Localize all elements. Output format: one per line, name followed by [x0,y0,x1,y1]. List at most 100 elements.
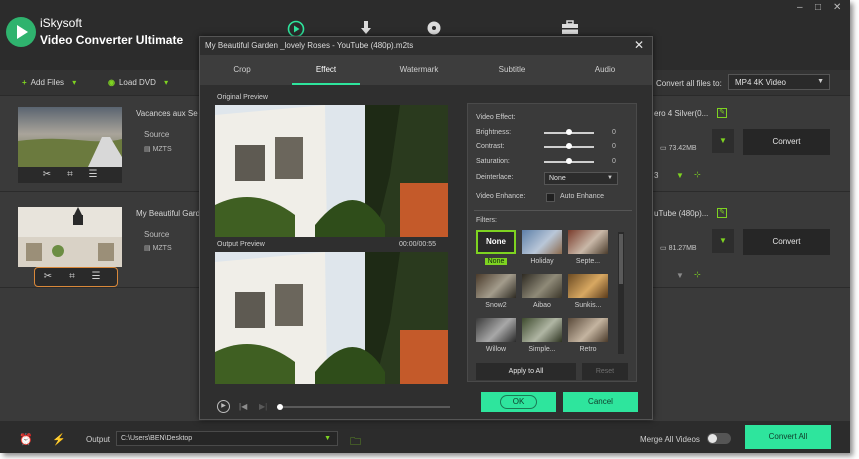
crop-icon[interactable]: ⌗ [65,271,79,282]
close-dialog-button[interactable]: ✕ [634,38,644,52]
ok-button[interactable]: OK [481,392,556,412]
filter-swatch-none[interactable]: None [476,230,516,254]
play-icon[interactable]: ▶ [217,400,230,413]
tab-watermark[interactable]: Watermark [377,55,461,85]
filter-item-sunkissed[interactable]: Sunkis... [568,274,608,314]
product-name: Video Converter Ultimate [40,33,184,47]
filter-swatch-sunkissed[interactable] [568,274,608,298]
chevron-down-icon[interactable]: ▼ [676,171,684,180]
add-files-button[interactable]: + Add Files ▾ [22,78,76,87]
subtitle-select-value[interactable]: 3 [654,171,658,180]
dialog-title: My Beautiful Garden _lovely Roses - YouT… [205,41,414,50]
chevron-down-icon: ▼ [607,175,613,181]
filter-swatch-retro[interactable] [568,318,608,342]
previous-frame-icon[interactable]: |◀ [239,402,247,411]
effects-sliders-icon[interactable]: ☰ [89,271,103,282]
close-window-button[interactable]: ✕ [833,2,841,13]
bottom-bar: ⏰ ⚡ Output C:\Users\BEN\Desktop ▼ 🗀 Merg… [0,421,850,453]
chevron-down-icon[interactable]: ▼ [676,271,684,280]
convert-all-button[interactable]: Convert All [745,425,831,449]
schedule-clock-icon[interactable]: ⏰ [19,433,33,446]
filter-item-snow2[interactable]: Snow2 [476,274,516,314]
filter-item-september[interactable]: Septe... [568,230,608,270]
video-thumbnail[interactable] [18,207,122,267]
filter-label-sunkissed: Sunkis... [574,302,602,309]
original-preview-label: Original Preview [217,94,268,101]
seek-bar[interactable] [277,404,450,410]
minimize-button[interactable]: – [797,2,803,13]
load-dvd-button[interactable]: ◉ Load DVD ▾ [108,78,168,87]
filter-item-retro[interactable]: Retro [568,318,608,358]
app-logo-icon [6,17,36,47]
filter-label-none: None [470,258,522,265]
output-path-select[interactable]: C:\Users\BEN\Desktop ▼ [116,431,338,446]
brightness-label: Brightness: [476,129,512,136]
reset-button[interactable]: Reset [582,363,628,380]
thumbnail-toolbar: ✂ ⌗ ☰ [18,167,122,183]
load-dvd-label: Load DVD [118,78,156,87]
player-controls: ▶ |◀ ▶| [215,399,455,415]
contrast-label: Contrast: [476,143,505,150]
high-speed-lightning-icon[interactable]: ⚡ [52,433,66,446]
filters-scrollbar[interactable] [618,232,624,354]
target-settings-dropdown[interactable]: ▼ [712,229,734,253]
brightness-slider[interactable] [544,129,594,135]
seek-knob[interactable] [277,404,283,410]
crop-icon[interactable]: ⌗ [63,169,77,180]
playback-time: 00:00/00:55 [399,241,436,248]
filter-item-willow[interactable]: Willow [476,318,516,358]
filter-swatch-willow[interactable] [476,318,516,342]
add-subtitle-icon[interactable]: ⊹ [694,270,701,279]
filter-swatch-september[interactable] [568,230,608,254]
chevron-down-icon[interactable]: ▾ [72,78,76,87]
merge-all-toggle[interactable] [707,433,731,444]
target-size: ▭ 81.27MB [660,245,697,252]
convert-all-to-select[interactable]: MP4 4K Video ▼ [728,74,830,90]
tab-audio[interactable]: Audio [563,55,647,85]
video-thumbnail[interactable] [18,107,122,167]
chevron-down-icon[interactable]: ▾ [164,78,168,87]
cancel-button[interactable]: Cancel [563,392,638,412]
target-title: uTube (480p)... [654,209,709,218]
auto-enhance-checkbox[interactable] [546,193,555,202]
target-settings-dropdown[interactable]: ▼ [712,129,734,153]
filter-swatch-snow2[interactable] [476,274,516,298]
apply-to-all-button[interactable]: Apply to All [476,363,576,380]
effects-sliders-icon[interactable]: ☰ [86,169,100,180]
source-label: Source [144,130,170,139]
auto-enhance-label: Auto Enhance [560,193,604,200]
open-folder-icon[interactable]: 🗀 [350,433,361,452]
filter-swatch-simple[interactable] [522,318,562,342]
trim-scissors-icon[interactable]: ✂ [40,169,54,180]
edit-target-icon[interactable]: ✎ [717,208,727,218]
deinterlace-select[interactable]: None ▼ [544,172,618,185]
tab-crop[interactable]: Crop [200,55,284,85]
edit-target-icon[interactable]: ✎ [717,108,727,118]
filter-swatch-holiday[interactable] [522,230,562,254]
contrast-slider-knob[interactable] [566,143,572,149]
app-window: iSkysoft Video Converter Ultimate – □ ✕ … [0,0,850,453]
convert-button[interactable]: Convert [743,129,830,155]
filter-label-aibao: Aibao [533,302,551,309]
filter-item-simple[interactable]: Simple... [522,318,562,358]
deinterlace-label: Deinterlace: [476,174,514,181]
contrast-slider[interactable] [544,143,594,149]
brightness-slider-knob[interactable] [566,129,572,135]
maximize-button[interactable]: □ [815,2,821,13]
saturation-slider-knob[interactable] [566,158,572,164]
saturation-slider[interactable] [544,158,594,164]
filter-item-none[interactable]: None None [476,230,516,270]
tab-effect[interactable]: Effect [284,55,368,85]
add-subtitle-icon[interactable]: ⊹ [694,170,701,179]
trim-scissors-icon[interactable]: ✂ [41,271,55,282]
filter-swatch-aibao[interactable] [522,274,562,298]
tab-subtitle[interactable]: Subtitle [470,55,554,85]
next-frame-icon[interactable]: ▶| [259,402,267,411]
source-format: ▤ MZTS [144,146,172,153]
filter-label-simple: Simple... [528,346,556,353]
merge-all-label: Merge All Videos [640,435,700,444]
convert-button[interactable]: Convert [743,229,830,255]
filter-item-holiday[interactable]: Holiday [522,230,562,270]
filter-item-aibao[interactable]: Aibao [522,274,562,314]
filter-label-retro: Retro [579,346,597,353]
